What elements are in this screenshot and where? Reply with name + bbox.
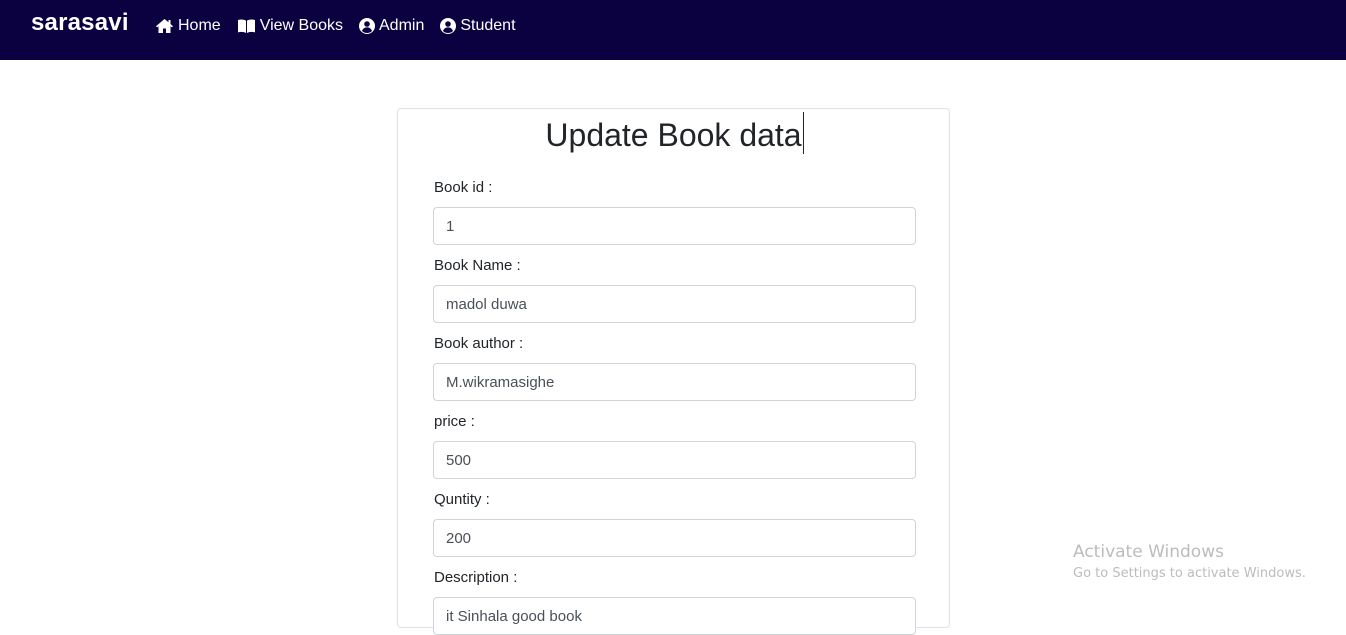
nav-item-student[interactable]: Student <box>440 17 516 35</box>
top-navbar: sarasavi Home View Books Admin Student <box>0 0 1346 60</box>
nav-item-label: View Books <box>259 17 343 34</box>
nav-item-admin[interactable]: Admin <box>359 17 424 35</box>
user-circle-icon <box>359 18 375 34</box>
book-id-label: Book id : <box>434 179 493 196</box>
price-label: price : <box>434 413 475 430</box>
nav-item-label: Admin <box>379 17 425 34</box>
book-name-input[interactable] <box>433 285 916 323</box>
activate-windows-watermark: Activate Windows Go to Settings to activ… <box>1073 541 1306 583</box>
text-cursor <box>802 112 804 154</box>
book-author-input[interactable] <box>433 363 916 401</box>
description-label: Description : <box>434 569 518 586</box>
nav-item-label: Home <box>178 17 221 34</box>
form-title-text: Update Book data <box>545 117 802 153</box>
book-author-label: Book author : <box>434 335 524 352</box>
description-input[interactable] <box>433 597 916 635</box>
book-name-label: Book Name : <box>434 257 521 274</box>
nav-item-label: Student <box>460 17 516 34</box>
book-id-input[interactable] <box>433 207 916 245</box>
price-input[interactable] <box>433 441 916 479</box>
user-circle-icon <box>440 18 457 34</box>
watermark-subtitle: Go to Settings to activate Windows. <box>1073 566 1306 581</box>
quantity-input[interactable] <box>433 519 916 557</box>
brand-logo[interactable]: sarasavi <box>31 9 129 37</box>
nav-menu: Home View Books Admin Student <box>155 17 532 35</box>
quantity-label: Quntity : <box>434 491 490 508</box>
form-title: Update Book data <box>398 112 951 155</box>
nav-item-view-books[interactable]: View Books <box>237 17 343 35</box>
home-icon <box>156 19 173 33</box>
nav-item-home[interactable]: Home <box>155 17 221 35</box>
update-book-form: Update Book data Book id : Book Name : B… <box>397 108 951 635</box>
book-open-icon <box>237 19 255 33</box>
watermark-title: Activate Windows <box>1073 542 1224 562</box>
